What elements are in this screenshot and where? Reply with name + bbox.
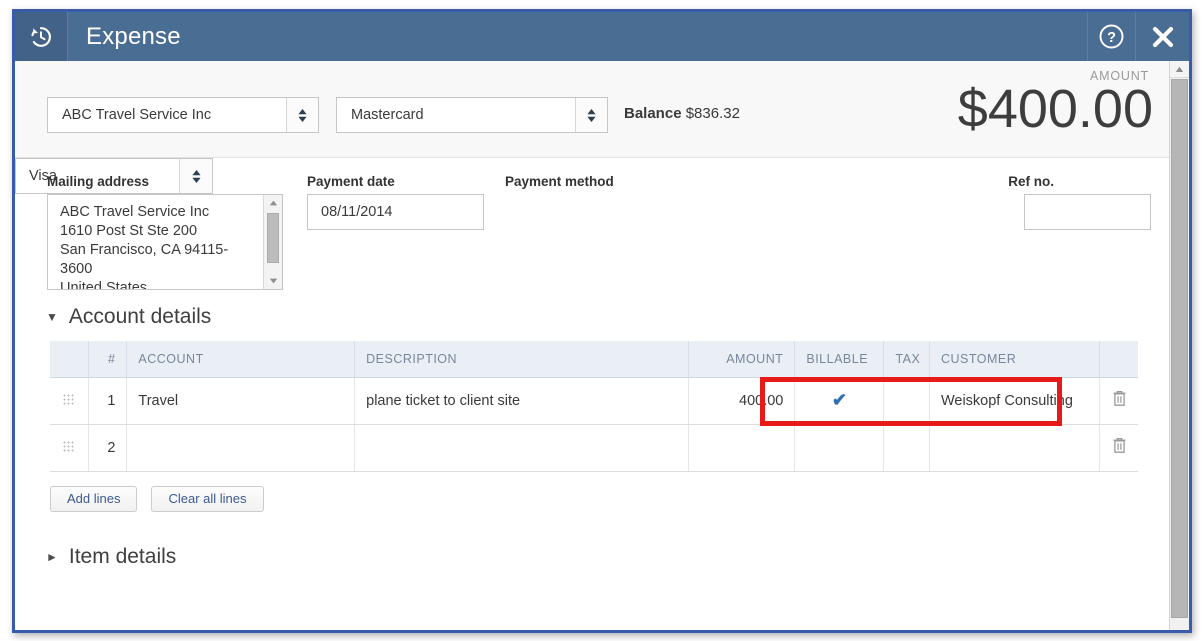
col-header-billable: BILLABLE (795, 341, 884, 377)
ref-no-label: Ref no. (1008, 174, 1054, 189)
row-tax-checkbox[interactable] (884, 424, 930, 471)
payment-method-dropdown-arrow-icon[interactable] (179, 159, 212, 193)
question-mark-circle-icon: ? (1098, 23, 1125, 50)
row-account[interactable] (127, 424, 355, 471)
row-number: 2 (88, 424, 126, 471)
row-drag-handle[interactable] (50, 377, 88, 424)
row-customer[interactable]: Weiskopf Consulting (929, 377, 1099, 424)
payment-date-value: 08/11/2014 (321, 204, 393, 220)
scrollbar-thumb[interactable] (1171, 79, 1188, 618)
row-billable-checkbox[interactable] (795, 424, 884, 471)
col-header-customer: CUSTOMER (929, 341, 1099, 377)
svg-text:?: ? (1107, 30, 1116, 46)
balance-label: Balance (624, 105, 682, 122)
row-amount[interactable] (689, 424, 795, 471)
mailing-address-scrollbar[interactable] (263, 195, 282, 289)
add-lines-button[interactable]: Add lines (50, 486, 137, 512)
drag-handle-icon[interactable] (63, 394, 74, 405)
row-tax-checkbox[interactable] (884, 377, 930, 424)
item-details-title: Item details (69, 545, 176, 569)
payee-value: ABC Travel Service Inc (48, 98, 286, 132)
bank-account-dropdown-arrow-icon[interactable] (575, 98, 607, 132)
close-button[interactable] (1135, 12, 1189, 61)
amount-display: AMOUNT $400.00 (958, 69, 1153, 137)
col-header-amount: AMOUNT (689, 341, 795, 377)
row-description[interactable] (355, 424, 689, 471)
payee-select[interactable]: ABC Travel Service Inc (47, 97, 319, 133)
row-number: 1 (88, 377, 126, 424)
payment-date-input[interactable]: 08/11/2014 (307, 194, 484, 230)
row-delete-button[interactable] (1100, 377, 1139, 424)
clear-all-lines-button[interactable]: Clear all lines (151, 486, 263, 512)
row-description[interactable]: plane ticket to client site (355, 377, 689, 424)
row-amount[interactable]: 400.00 (689, 377, 795, 424)
scroll-up-arrow-icon[interactable] (1170, 61, 1189, 78)
table-header-row: # ACCOUNT DESCRIPTION AMOUNT BILLABLE TA… (50, 341, 1138, 377)
col-header-delete (1100, 341, 1139, 377)
col-header-number: # (88, 341, 126, 377)
expand-triangle-down-icon: ▼ (46, 311, 58, 323)
trash-icon (1112, 390, 1127, 407)
window-title-bar: Expense ? (15, 12, 1189, 61)
page-scrollbar[interactable] (1169, 61, 1189, 630)
row-billable-checkbox[interactable]: ✔ (795, 377, 884, 424)
mailing-address-value: ABC Travel Service Inc 1610 Post St Ste … (48, 195, 282, 290)
col-header-tax: TAX (884, 341, 930, 377)
amount-value: $400.00 (958, 81, 1153, 137)
mailing-address-label: Mailing address (47, 174, 149, 189)
account-details-section-toggle[interactable]: ▼ Account details (15, 293, 1169, 341)
mailing-scrollbar-thumb[interactable] (267, 213, 279, 263)
col-header-grip (50, 341, 88, 377)
checkmark-icon: ✔ (832, 390, 847, 410)
line-action-buttons: Add lines Clear all lines (50, 486, 1169, 512)
expense-fields-row: Mailing address ABC Travel Service Inc 1… (15, 158, 1169, 293)
row-drag-handle[interactable] (50, 424, 88, 471)
mailing-scroll-down-icon[interactable] (264, 273, 282, 289)
balance-display: Balance $836.32 (624, 105, 740, 122)
row-account[interactable]: Travel (127, 377, 355, 424)
trash-icon (1112, 437, 1127, 454)
expense-window: Expense ? ABC Travel Service Inc (12, 9, 1192, 633)
table-row[interactable]: 2 (50, 424, 1138, 471)
expense-form-body: ABC Travel Service Inc Mastercard (15, 61, 1169, 630)
payment-date-label: Payment date (307, 174, 395, 189)
window-title: Expense (68, 12, 1087, 61)
bank-account-value: Mastercard (337, 98, 575, 132)
bank-account-select[interactable]: Mastercard (336, 97, 608, 133)
account-details-title: Account details (69, 305, 211, 329)
drag-handle-icon[interactable] (63, 441, 74, 452)
close-x-icon (1150, 24, 1176, 50)
balance-value: $836.32 (686, 105, 740, 122)
expense-summary-strip: ABC Travel Service Inc Mastercard (15, 61, 1169, 158)
col-header-account: ACCOUNT (127, 341, 355, 377)
help-button[interactable]: ? (1087, 12, 1135, 61)
mailing-address-field[interactable]: ABC Travel Service Inc 1610 Post St Ste … (47, 194, 283, 290)
row-delete-button[interactable] (1100, 424, 1139, 471)
ref-no-input[interactable] (1024, 194, 1151, 230)
payee-dropdown-arrow-icon[interactable] (286, 98, 318, 132)
mailing-scroll-up-icon[interactable] (264, 195, 282, 211)
table-row[interactable]: 1 Travel plane ticket to client site 400… (50, 377, 1138, 424)
item-details-section-toggle[interactable]: ► Item details (15, 545, 1169, 569)
collapse-triangle-right-icon: ► (46, 551, 58, 563)
row-customer[interactable] (929, 424, 1099, 471)
payment-method-label: Payment method (505, 174, 614, 189)
account-details-table: # ACCOUNT DESCRIPTION AMOUNT BILLABLE TA… (50, 341, 1138, 472)
recent-transactions-clock-icon[interactable] (15, 12, 68, 61)
col-header-description: DESCRIPTION (355, 341, 689, 377)
